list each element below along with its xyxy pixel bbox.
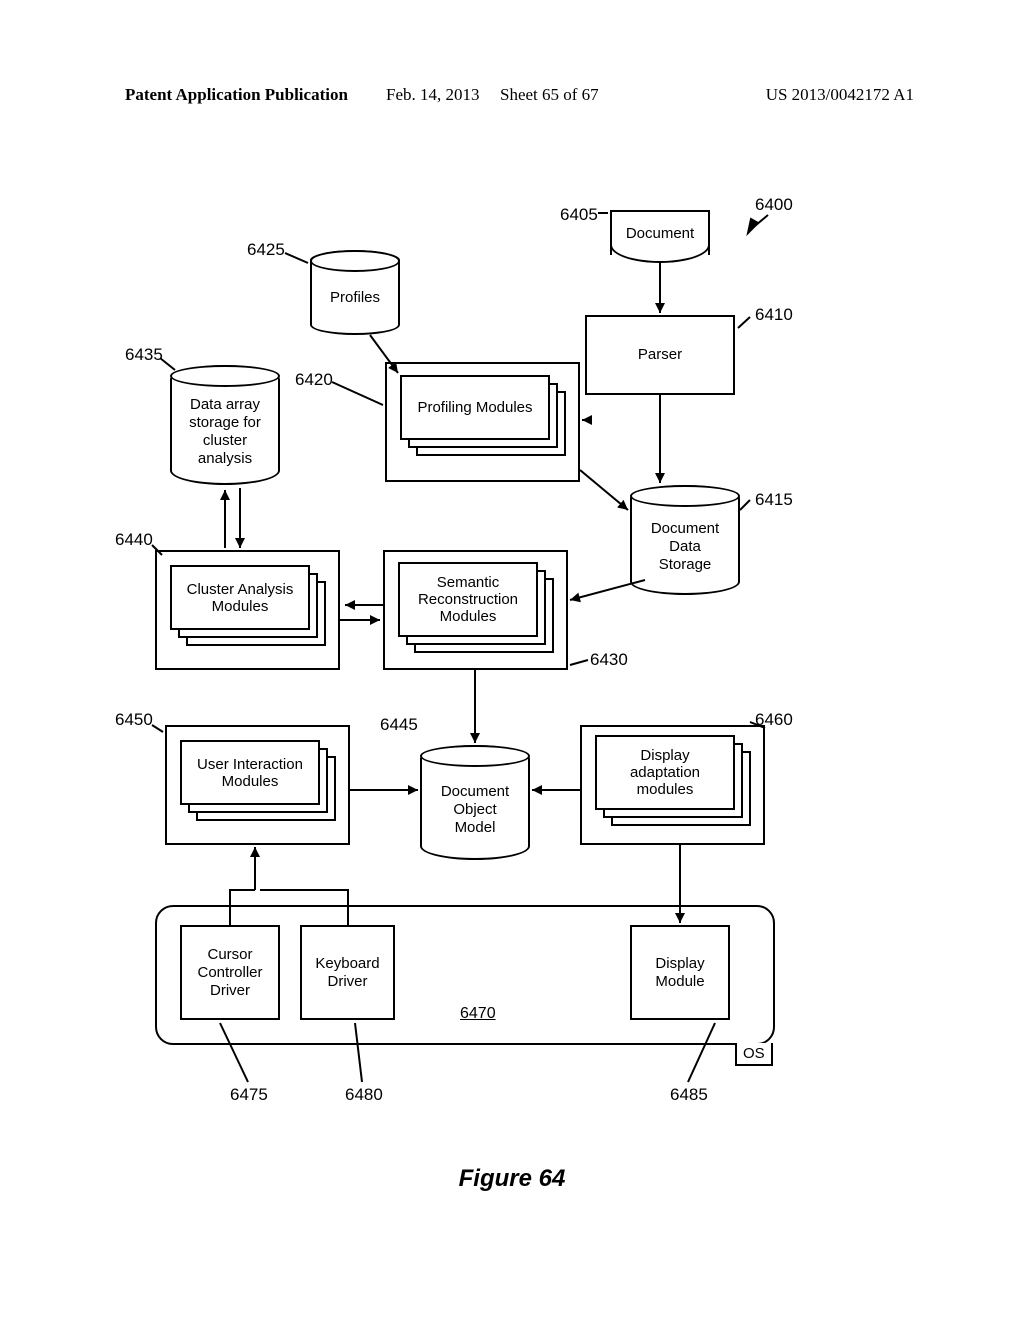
ref-6475: 6475 xyxy=(230,1085,268,1105)
ref-6445: 6445 xyxy=(380,715,418,735)
display-module-node: Display Module xyxy=(630,925,730,1020)
ref-6480: 6480 xyxy=(345,1085,383,1105)
ref-6405: 6405 xyxy=(560,205,598,225)
ref-6420: 6420 xyxy=(295,370,333,390)
ref-6460: 6460 xyxy=(755,710,793,730)
header-sheet: Sheet 65 of 67 xyxy=(500,85,599,105)
ref-6470: 6470 xyxy=(460,1005,496,1023)
os-label: OS xyxy=(735,1043,773,1066)
document-node: Document xyxy=(610,210,710,255)
keyboard-driver-node: Keyboard Driver xyxy=(300,925,395,1020)
ref-6440: 6440 xyxy=(115,530,153,550)
cluster-modules-stack: Cluster Analysis Modules xyxy=(170,565,310,630)
header-pub-type: Patent Application Publication xyxy=(125,85,348,105)
parser-label: Parser xyxy=(638,346,682,364)
ref-6450: 6450 xyxy=(115,710,153,730)
display-adapt-stack: Display adaptation modules xyxy=(595,735,735,810)
dom-cylinder: Document Object Model xyxy=(420,745,530,860)
ref-6430: 6430 xyxy=(590,650,628,670)
figure-caption: Figure 64 xyxy=(0,1165,1024,1193)
ref-6485: 6485 xyxy=(670,1085,708,1105)
ref-6400: 6400 xyxy=(755,195,793,215)
ui-modules-stack: User Interaction Modules xyxy=(180,740,320,805)
profiling-modules-label: Profiling Modules xyxy=(417,399,532,416)
header-pub-number: US 2013/0042172 A1 xyxy=(766,85,914,105)
diagram-canvas: Document Parser Profiles Profiling Modul… xyxy=(100,150,880,1150)
data-array-cylinder: Data array storage for cluster analysis xyxy=(170,365,280,485)
profiling-modules-stack: Profiling Modules xyxy=(400,375,550,440)
profiles-label: Profiles xyxy=(330,289,380,307)
ref-6415: 6415 xyxy=(755,490,793,510)
cursor-driver-node: Cursor Controller Driver xyxy=(180,925,280,1020)
semantic-modules-stack: Semantic Reconstruction Modules xyxy=(398,562,538,637)
ref-6435: 6435 xyxy=(125,345,163,365)
ref-6425: 6425 xyxy=(247,240,285,260)
doc-data-storage-cylinder: Document Data Storage xyxy=(630,485,740,595)
profiles-cylinder: Profiles xyxy=(310,250,400,335)
document-label: Document xyxy=(626,225,694,243)
parser-node: Parser xyxy=(585,315,735,395)
ref-6410: 6410 xyxy=(755,305,793,325)
header-date: Feb. 14, 2013 xyxy=(386,85,480,105)
